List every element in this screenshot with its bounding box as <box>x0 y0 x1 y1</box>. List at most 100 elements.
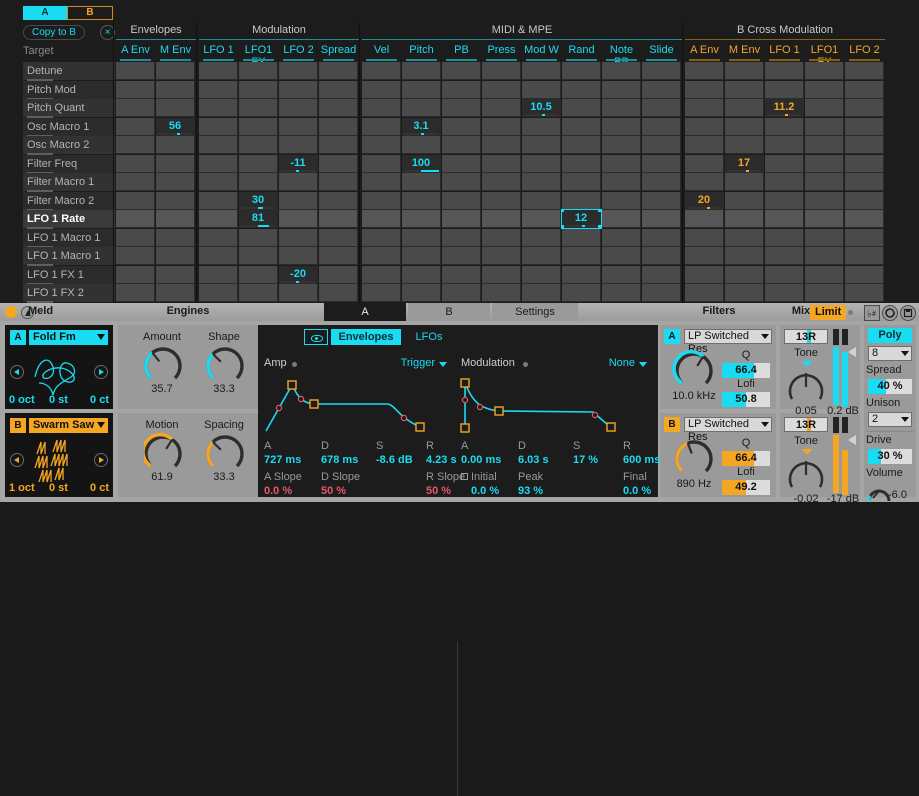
matrix-cell[interactable] <box>279 136 318 154</box>
filter-a-badge[interactable]: A <box>664 329 680 344</box>
matrix-cell[interactable] <box>442 118 481 136</box>
matrix-cell[interactable] <box>602 118 641 136</box>
matrix-cell[interactable] <box>199 173 238 191</box>
matrix-cell[interactable] <box>442 99 481 117</box>
matrix-cell[interactable] <box>402 136 441 154</box>
osc-b-prev-icon[interactable] <box>10 453 24 467</box>
save-icon[interactable] <box>900 305 916 321</box>
matrix-cell[interactable] <box>156 266 195 284</box>
copy-to-b-button[interactable]: Copy to B <box>23 25 85 40</box>
engine-knob-value[interactable]: 35.7 <box>134 383 190 395</box>
matrix-cell-value[interactable]: 20 <box>685 192 724 210</box>
matrix-cell[interactable] <box>602 229 641 247</box>
matrix-cell[interactable] <box>845 62 884 80</box>
matrix-col-pitch[interactable]: Pitch <box>402 44 441 56</box>
matrix-row-label[interactable]: LFO 1 FX 1 Macro <box>23 266 115 284</box>
matrix-row-label[interactable]: Pitch Mod <box>23 81 115 99</box>
matrix-cell[interactable] <box>562 118 601 136</box>
matrix-cell[interactable] <box>482 210 521 228</box>
matrix-cell[interactable] <box>199 62 238 80</box>
matrix-cell[interactable] <box>362 81 401 99</box>
matrix-cell[interactable] <box>642 266 681 284</box>
matrix-row-label[interactable]: LFO 1 Rate <box>23 210 115 228</box>
matrix-cell[interactable] <box>522 118 561 136</box>
matrix-cell[interactable] <box>116 118 155 136</box>
matrix-cell[interactable] <box>602 99 641 117</box>
matrix-cell[interactable] <box>685 210 724 228</box>
osc-a-cents[interactable]: 0 ct <box>90 394 109 406</box>
osc-a-octave[interactable]: 0 oct <box>9 394 35 406</box>
filter-b-freq-knob[interactable] <box>672 435 716 479</box>
matrix-cell[interactable] <box>725 284 764 302</box>
engine-knob[interactable] <box>206 345 244 383</box>
osc-a-semitone[interactable]: 0 st <box>49 394 68 406</box>
matrix-cell[interactable] <box>765 136 804 154</box>
selection-handle[interactable] <box>561 209 564 212</box>
matrix-cell[interactable] <box>239 247 278 265</box>
matrix-cell[interactable] <box>482 229 521 247</box>
mix-tone-value[interactable]: -0.02 <box>782 493 830 505</box>
matrix-cell[interactable] <box>765 266 804 284</box>
matrix-cell[interactable] <box>685 118 724 136</box>
engine-knob-value[interactable]: 33.3 <box>196 383 252 395</box>
matrix-cell[interactable] <box>602 155 641 173</box>
matrix-cell[interactable] <box>845 266 884 284</box>
matrix-cell[interactable] <box>319 173 358 191</box>
matrix-cell[interactable] <box>199 229 238 247</box>
matrix-cell[interactable] <box>442 62 481 80</box>
matrix-cell[interactable] <box>562 99 601 117</box>
matrix-cell[interactable] <box>845 155 884 173</box>
matrix-cell[interactable] <box>116 266 155 284</box>
env-param-value[interactable]: 0.00 ms <box>461 454 501 466</box>
matrix-cell[interactable] <box>642 229 681 247</box>
matrix-cell[interactable] <box>199 136 238 154</box>
matrix-cell[interactable] <box>156 136 195 154</box>
filter-param-value[interactable]: 50.8 <box>722 392 770 407</box>
env-slope-value[interactable]: 0.0 % <box>623 485 651 497</box>
matrix-cell[interactable] <box>562 81 601 99</box>
matrix-cell[interactable] <box>402 81 441 99</box>
matrix-cell[interactable] <box>402 266 441 284</box>
matrix-cell[interactable] <box>442 284 481 302</box>
matrix-cell[interactable] <box>362 229 401 247</box>
matrix-cell[interactable] <box>685 99 724 117</box>
matrix-cell[interactable] <box>805 247 844 265</box>
matrix-cell[interactable] <box>725 136 764 154</box>
matrix-cell[interactable] <box>685 62 724 80</box>
matrix-cell[interactable] <box>319 247 358 265</box>
initial-checkbox[interactable] <box>461 473 468 480</box>
matrix-col-press[interactable]: Press <box>482 44 521 56</box>
matrix-col-lfo-1[interactable]: LFO 1 <box>765 44 804 56</box>
matrix-cell[interactable] <box>805 99 844 117</box>
selection-handle[interactable] <box>598 209 601 212</box>
matrix-cell[interactable] <box>362 173 401 191</box>
filter-param-value[interactable]: 66.4 <box>722 451 770 466</box>
matrix-cell[interactable] <box>562 173 601 191</box>
env-param-value[interactable]: 600 ms <box>623 454 660 466</box>
matrix-cell[interactable] <box>319 266 358 284</box>
matrix-cell[interactable] <box>805 284 844 302</box>
matrix-cell-value[interactable]: 10.5 <box>522 99 561 117</box>
matrix-row-label[interactable]: Pitch Quant <box>23 99 115 117</box>
matrix-cell[interactable] <box>319 81 358 99</box>
matrix-cell[interactable] <box>362 136 401 154</box>
matrix-cell[interactable] <box>685 266 724 284</box>
matrix-cell[interactable] <box>362 210 401 228</box>
matrix-cell[interactable] <box>482 173 521 191</box>
amp-envelope-graph[interactable] <box>262 373 452 435</box>
osc-a-prev-icon[interactable] <box>10 365 24 379</box>
matrix-cell[interactable] <box>442 81 481 99</box>
matrix-cell-value[interactable]: 12 <box>562 210 601 228</box>
matrix-cell[interactable] <box>562 229 601 247</box>
matrix-row-label[interactable]: LFO 1 Macro 1 <box>23 229 115 247</box>
matrix-cell[interactable] <box>402 192 441 210</box>
matrix-cell[interactable] <box>765 118 804 136</box>
matrix-cell[interactable] <box>602 136 641 154</box>
matrix-cell[interactable] <box>279 118 318 136</box>
matrix-cell[interactable] <box>239 155 278 173</box>
matrix-cell[interactable] <box>845 210 884 228</box>
matrix-cell[interactable] <box>402 99 441 117</box>
matrix-cell[interactable] <box>116 136 155 154</box>
matrix-cell[interactable] <box>482 247 521 265</box>
matrix-cell[interactable] <box>239 81 278 99</box>
